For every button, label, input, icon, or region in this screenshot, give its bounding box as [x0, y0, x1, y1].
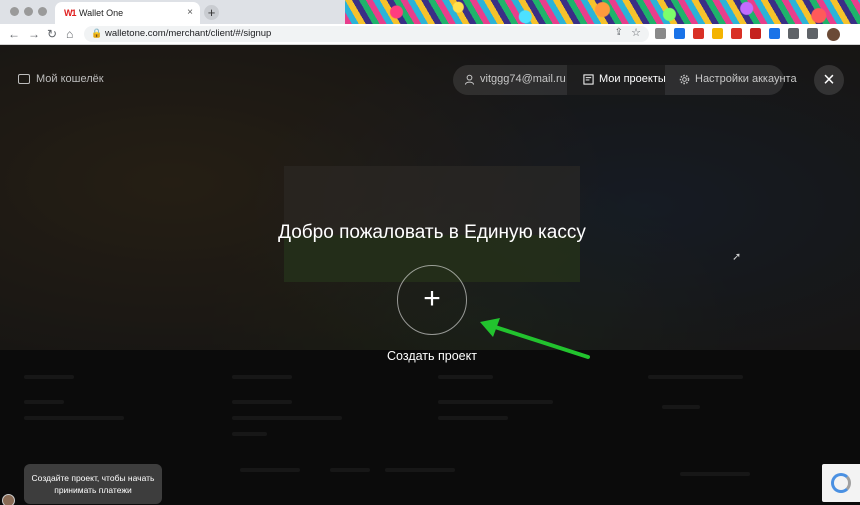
page-content: Мой кошелёк vitggg74@mail.ru Мои проекты… [0, 45, 860, 505]
tab-title: Wallet One [79, 8, 124, 18]
my-wallet-label: Мой кошелёк [36, 73, 104, 85]
green-annotation-arrow [480, 318, 590, 359]
user-icon [464, 74, 475, 85]
browser-toolbar: ← → ↻ ⌂ 🔒 walletone.com/merchant/client/… [0, 24, 860, 45]
account-settings-label: Настройки аккаунта [695, 73, 797, 85]
extension-icon[interactable] [769, 28, 780, 39]
create-project-label[interactable]: Создать проект [0, 349, 860, 363]
extension-icon[interactable] [693, 28, 704, 39]
recaptcha-icon [831, 473, 851, 493]
my-projects-tab[interactable]: Мои проекты [578, 73, 666, 85]
address-bar[interactable]: 🔒 walletone.com/merchant/client/#/signup… [84, 26, 649, 42]
home-icon[interactable]: ⌂ [66, 27, 73, 41]
my-projects-label: Мои проекты [599, 73, 666, 85]
extension-icon[interactable] [750, 28, 761, 39]
forward-arrow-icon[interactable]: → [28, 27, 40, 41]
extension-icon[interactable] [712, 28, 723, 39]
tab-bar-theme-art [345, 0, 860, 24]
my-wallet-link[interactable]: Мой кошелёк [18, 73, 104, 85]
url-text: walletone.com/merchant/client/#/signup [105, 28, 272, 39]
wallet-one-favicon-icon: W1 [64, 8, 76, 18]
extension-icon[interactable] [655, 28, 666, 39]
extension-icon[interactable] [731, 28, 742, 39]
extension-icon[interactable] [788, 28, 799, 39]
window-minimize-button[interactable] [24, 7, 33, 16]
account-settings-tab[interactable]: Настройки аккаунта [679, 73, 797, 85]
hint-tooltip: Создайте проект, чтобы начать принимать … [24, 464, 162, 504]
tab-close-icon[interactable]: × [187, 7, 193, 18]
bookmark-star-icon[interactable]: ☆ [631, 26, 641, 39]
browser-tab-bar: W1 Wallet One × + [0, 0, 860, 24]
close-button[interactable]: × [814, 65, 844, 95]
profile-avatar[interactable] [826, 27, 841, 42]
extension-icon[interactable] [807, 28, 818, 39]
window-close-button[interactable] [10, 7, 19, 16]
user-account-item[interactable]: vitggg74@mail.ru [464, 73, 566, 85]
wallet-icon [18, 74, 30, 84]
mouse-cursor-icon: ➚ [732, 251, 742, 263]
share-icon[interactable]: ⇪ [615, 27, 623, 38]
reload-icon[interactable]: ↻ [47, 27, 57, 41]
user-email: vitggg74@mail.ru [480, 73, 566, 85]
recaptcha-badge[interactable] [822, 464, 860, 502]
create-project-button[interactable]: + [397, 265, 467, 335]
new-tab-button[interactable]: + [204, 5, 219, 20]
tooltip-line-1: Создайте проект, чтобы начать [31, 473, 155, 483]
welcome-heading: Добро пожаловать в Единую кассу [278, 222, 586, 243]
browser-tab[interactable]: W1 Wallet One × [55, 2, 200, 24]
tooltip-line-2: принимать платежи [54, 485, 132, 495]
lock-icon: 🔒 [91, 28, 103, 38]
extension-icon[interactable] [674, 28, 685, 39]
back-arrow-icon[interactable]: ← [8, 27, 20, 41]
projects-icon [583, 73, 594, 85]
window-zoom-button[interactable] [38, 7, 47, 16]
chat-avatar[interactable] [2, 494, 15, 505]
gear-icon [679, 74, 690, 84]
